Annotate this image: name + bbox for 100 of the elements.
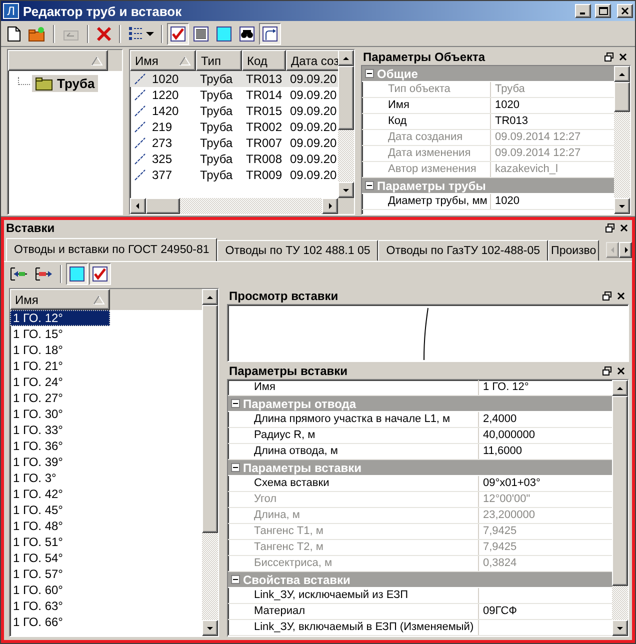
toolbar-button[interactable] — [259, 22, 281, 44]
list-item[interactable]: 1 ГО. 30° — [10, 406, 110, 422]
scrollbar[interactable] — [130, 198, 338, 214]
folder-icon — [35, 76, 53, 90]
list-item[interactable]: 1 ГО. 33° — [10, 422, 110, 438]
list-item[interactable]: 1 ГО. 39° — [10, 454, 110, 470]
close-button[interactable] — [615, 290, 627, 302]
scroll-down-button[interactable] — [614, 198, 630, 214]
list-item[interactable]: 1 ГО. 66° — [10, 614, 110, 630]
float-button[interactable] — [601, 290, 613, 302]
tab[interactable]: Произво — [548, 240, 600, 261]
scroll-thumb[interactable] — [146, 198, 180, 214]
close-icon — [619, 223, 629, 233]
scrollbar[interactable] — [614, 66, 630, 214]
property-name: Материал — [253, 604, 306, 619]
maximize-button[interactable] — [595, 4, 611, 18]
scroll-right-button[interactable] — [322, 198, 338, 214]
list-item[interactable]: 1 ГО. 42° — [10, 486, 110, 502]
scroll-thumb[interactable] — [202, 305, 218, 533]
tree-item[interactable]: Труба — [32, 75, 98, 92]
list-item[interactable]: 1 ГО. 57° — [10, 566, 110, 582]
insert-left-icon — [10, 266, 28, 282]
table-row[interactable]: 273 Труба TR007 09.09.20 — [130, 135, 338, 151]
property-name: Длина отвода, м — [253, 444, 339, 459]
tab[interactable]: Отводы по ТУ 102 488.1 05 — [217, 240, 378, 261]
list-item[interactable]: 1 ГО. 45° — [10, 502, 110, 518]
collapse-icon[interactable] — [231, 399, 240, 408]
table-row[interactable]: 219 Труба TR002 09.09.20 — [130, 119, 338, 135]
table-cell: 09.09.20 — [290, 136, 337, 150]
scroll-down-button[interactable] — [338, 182, 354, 198]
list-item[interactable]: 1 ГО. 48° — [10, 518, 110, 534]
list-item[interactable]: 1 ГО. 27° — [10, 390, 110, 406]
column-header[interactable]: Имя — [10, 289, 110, 310]
list-item[interactable]: 1 ГО. 51° — [10, 534, 110, 550]
list-item[interactable]: 1 ГО. 24° — [10, 374, 110, 390]
scroll-thumb[interactable] — [612, 396, 628, 586]
scrollbar[interactable] — [612, 380, 628, 636]
float-icon — [604, 52, 614, 62]
scroll-left-button[interactable] — [130, 198, 146, 214]
toolbar-button[interactable] — [89, 263, 111, 285]
column-header[interactable] — [8, 50, 108, 71]
column-header[interactable]: Тип — [196, 50, 242, 71]
scroll-down-button[interactable] — [612, 620, 628, 636]
list-item[interactable]: 1 ГО. 63° — [10, 598, 110, 614]
group-title: Общие — [377, 66, 418, 80]
scroll-up-button[interactable] — [202, 289, 218, 305]
collapse-icon[interactable] — [365, 181, 374, 190]
list-item[interactable]: 1 ГО. 15° — [10, 326, 110, 342]
close-button[interactable] — [617, 51, 629, 63]
float-button[interactable] — [604, 222, 616, 234]
list-item[interactable]: 1 ГО. 36° — [10, 438, 110, 454]
checkmark-icon — [170, 26, 186, 42]
collapse-icon[interactable] — [365, 69, 374, 78]
table-row[interactable]: 325 Труба TR008 09.09.20 — [130, 151, 338, 167]
property-name: Схема вставки — [253, 476, 330, 491]
column-header[interactable]: Имя — [130, 50, 196, 71]
collapse-icon[interactable] — [231, 575, 240, 584]
toolbar-button[interactable] — [167, 22, 189, 44]
table-row[interactable]: 1020 Труба TR013 09.09.20 — [130, 71, 338, 87]
minimize-button[interactable] — [575, 4, 591, 18]
list-item[interactable]: 1 ГО. 60° — [10, 582, 110, 598]
list-item[interactable]: 1 ГО. 18° — [10, 342, 110, 358]
toolbar-button[interactable] — [66, 263, 88, 285]
scroll-up-button[interactable] — [614, 66, 630, 82]
group-title: Параметры трубы — [377, 178, 486, 192]
pipe-icon — [134, 89, 146, 101]
close-button[interactable] — [617, 4, 633, 18]
table-row[interactable]: 1220 Труба TR014 09.09.20 — [130, 87, 338, 103]
scrollbar[interactable] — [338, 50, 354, 198]
scroll-thumb[interactable] — [614, 82, 630, 112]
close-button[interactable] — [618, 222, 630, 234]
scrollbar[interactable] — [202, 289, 218, 636]
scroll-up-button[interactable] — [338, 50, 354, 66]
property-name: Тип объекта — [387, 82, 452, 97]
tab-scroll-right-button[interactable] — [619, 242, 632, 258]
table-row[interactable]: 1420 Труба TR015 09.09.20 — [130, 103, 338, 119]
list-item[interactable]: 1 ГО. 12° — [10, 310, 110, 326]
table-row[interactable]: 377 Труба TR009 09.09.20 — [130, 167, 338, 183]
property-name: Длина, м — [253, 508, 301, 523]
table-cell: TR007 — [246, 136, 282, 150]
tab[interactable]: Отводы по ГазТУ 102-488-05 — [378, 240, 548, 261]
list-item[interactable]: 1 ГО. 54° — [10, 550, 110, 566]
close-button[interactable] — [615, 365, 627, 377]
close-icon — [616, 366, 626, 376]
triangle-down-icon — [618, 202, 626, 210]
list-item[interactable]: 1 ГО. 3° — [10, 470, 110, 486]
scroll-down-button[interactable] — [202, 620, 218, 636]
column-header[interactable]: Код — [242, 50, 286, 71]
scroll-thumb[interactable] — [338, 66, 354, 130]
collapse-icon[interactable] — [231, 463, 240, 472]
property-name: Дата изменения — [387, 146, 472, 161]
window-title: Редактор труб и вставок — [23, 4, 183, 18]
float-button[interactable] — [601, 365, 613, 377]
list-item[interactable]: 1 ГО. 21° — [10, 358, 110, 374]
close-icon — [621, 7, 629, 15]
tab[interactable]: Отводы и вставки по ГОСТ 24950-81 — [6, 238, 218, 261]
table-cell: Труба — [200, 72, 233, 86]
float-button[interactable] — [603, 51, 615, 63]
table-cell: 273 — [152, 136, 172, 150]
scroll-up-button[interactable] — [612, 380, 628, 396]
